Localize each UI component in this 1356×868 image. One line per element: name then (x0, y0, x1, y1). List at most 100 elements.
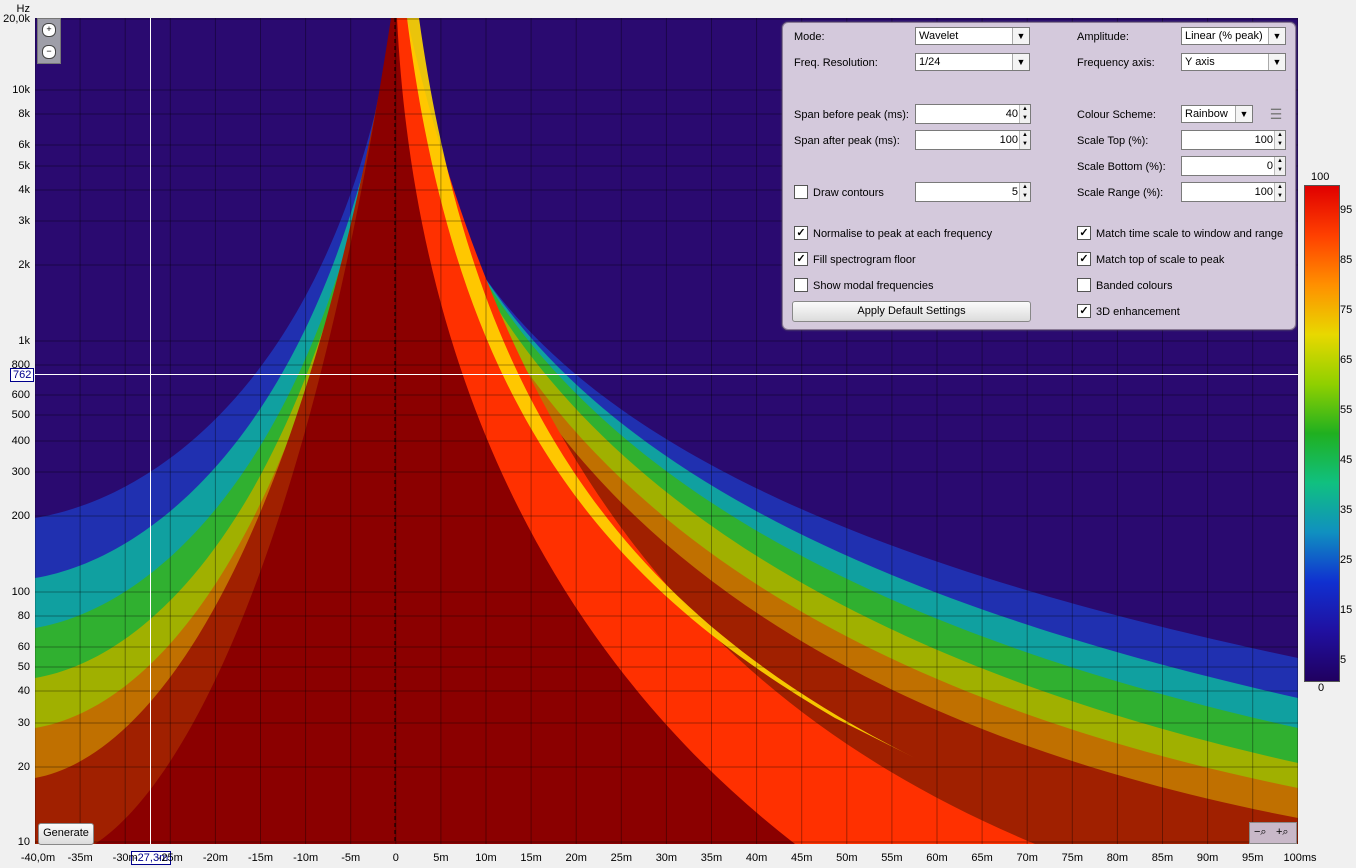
colorbar-tick-label: 35 (1340, 504, 1353, 516)
x-tick-label: 85m (1151, 852, 1174, 864)
chevron-down-icon: ▼ (1012, 28, 1029, 44)
span-after-input[interactable]: 100 ▲ ▼ (915, 130, 1031, 150)
x-tick-label: 90m (1196, 852, 1219, 864)
spinner-icon[interactable]: ▲ ▼ (1274, 157, 1285, 175)
colorbar-tick-label: 55 (1340, 404, 1353, 416)
mode-value: Wavelet (919, 30, 959, 42)
colour-scheme-dropdown[interactable]: Rainbow ▼ (1181, 105, 1253, 123)
mode-label: Mode: (794, 31, 825, 43)
spinner-icon[interactable]: ▲ ▼ (1019, 131, 1030, 149)
x-tick-label: -40,0m (20, 852, 56, 864)
spinner-icon[interactable]: ▲ ▼ (1019, 183, 1030, 201)
chevron-down-icon: ▼ (1268, 28, 1285, 44)
cursor-frequency-readout: 762 (10, 368, 35, 382)
spinner-icon[interactable]: ▲ ▼ (1274, 183, 1285, 201)
span-before-input[interactable]: 40 ▲ ▼ (915, 104, 1031, 124)
chevron-down-icon: ▼ (1012, 54, 1029, 70)
span-after-value: 100 (999, 134, 1018, 146)
y-tick-label: 500 (11, 409, 30, 421)
x-tick-label: -5m (341, 852, 361, 864)
y-tick-label: 40 (17, 685, 30, 697)
scale-bottom-label: Scale Bottom (%): (1077, 161, 1166, 173)
match-top-label: Match top of scale to peak (1096, 254, 1225, 266)
span-before-value: 40 (1005, 108, 1018, 120)
colour-scheme-label: Colour Scheme: (1077, 109, 1156, 121)
freq-resolution-dropdown[interactable]: 1/24 ▼ (915, 53, 1030, 71)
x-tick-label: 0 (392, 852, 399, 864)
chevron-down-icon: ▼ (1268, 54, 1285, 70)
zoom-in-icon[interactable]: +⌕ (1276, 826, 1289, 839)
colorbar-tick-label: 15 (1340, 604, 1353, 616)
span-after-label: Span after peak (ms): (794, 135, 900, 147)
contours-count-input[interactable]: 5 ▲ ▼ (915, 182, 1031, 202)
x-tick-label: -25m (157, 852, 183, 864)
cursor-horizontal-line (35, 374, 1298, 375)
y-tick-label: 8k (18, 108, 30, 120)
match-time-checkbox[interactable]: ✓ (1077, 226, 1091, 240)
match-top-checkbox[interactable]: ✓ (1077, 252, 1091, 266)
x-tick-label: 70m (1016, 852, 1038, 864)
y-tick-label: 20,0k (3, 13, 30, 25)
spinner-icon[interactable]: ▲ ▼ (1274, 131, 1285, 149)
spinner-icon[interactable]: ▲ ▼ (1019, 105, 1030, 123)
x-tick-label: 25m (610, 852, 632, 864)
amplitude-dropdown[interactable]: Linear (% peak) ▼ (1181, 27, 1286, 45)
3d-enhancement-label: 3D enhancement (1096, 306, 1180, 318)
colorbar-tick-label: 75 (1340, 304, 1353, 316)
colorbar-bottom-label: 0 (1318, 682, 1325, 694)
x-tick-label: -30m (112, 852, 138, 864)
match-time-label: Match time scale to window and range (1096, 228, 1284, 240)
sliders-icon[interactable]: ☰ (1267, 105, 1285, 123)
y-tick-label: 3k (18, 215, 30, 227)
frequency-axis-label: Frequency axis: (1077, 57, 1155, 69)
contours-count-value: 5 (1011, 186, 1018, 198)
scale-top-input[interactable]: 100 ▲ ▼ (1181, 130, 1286, 150)
chevron-down-icon: ▼ (1235, 106, 1252, 122)
x-tick-label: 5m (433, 852, 449, 864)
banded-colours-checkbox[interactable] (1077, 278, 1091, 292)
x-tick-label: 40m (745, 852, 768, 864)
scale-range-input[interactable]: 100 ▲ ▼ (1181, 182, 1286, 202)
3d-enhancement-checkbox[interactable]: ✓ (1077, 304, 1091, 318)
x-tick-label: -15m (247, 852, 274, 864)
scale-bottom-input[interactable]: 0 ▲ ▼ (1181, 156, 1286, 176)
y-tick-label: 60 (17, 641, 30, 653)
generate-button[interactable]: Generate (38, 823, 94, 845)
mode-dropdown[interactable]: Wavelet ▼ (915, 27, 1030, 45)
minus-icon[interactable]: − (42, 45, 56, 59)
x-tick-label: -35m (67, 852, 93, 864)
x-tick-label: 65m (971, 852, 993, 864)
y-tick-label: 1k (18, 335, 30, 347)
colorbar-top-label: 100 (1311, 171, 1330, 183)
normalise-checkbox[interactable]: ✓ (794, 226, 808, 240)
y-tick-label: 2k (18, 259, 30, 271)
fill-floor-label: Fill spectrogram floor (813, 254, 916, 266)
vertical-zoom-control[interactable]: + − (37, 18, 61, 64)
span-before-label: Span before peak (ms): (794, 109, 909, 121)
x-tick-label: 20m (565, 852, 587, 864)
colorbar-tick-label: 25 (1340, 554, 1353, 566)
y-tick-label: 80 (17, 610, 30, 622)
x-tick-label: 45m (790, 852, 813, 864)
x-tick-label: 15m (520, 852, 542, 864)
freq-resolution-value: 1/24 (919, 56, 941, 68)
colorbar-tick-label: 95 (1340, 204, 1353, 216)
amplitude-value: Linear (% peak) (1185, 30, 1263, 42)
frequency-axis-dropdown[interactable]: Y axis ▼ (1181, 53, 1286, 71)
horizontal-zoom-control[interactable]: −⌕ +⌕ (1249, 822, 1297, 844)
y-tick-label: 600 (11, 389, 30, 401)
scale-top-label: Scale Top (%): (1077, 135, 1149, 147)
y-tick-label: 30 (17, 717, 30, 729)
fill-floor-checkbox[interactable]: ✓ (794, 252, 808, 266)
apply-default-settings-button[interactable]: Apply Default Settings (792, 301, 1031, 322)
y-tick-label: 5k (18, 160, 30, 172)
y-tick-label: 4k (18, 184, 30, 196)
draw-contours-checkbox[interactable] (794, 185, 808, 199)
plus-icon[interactable]: + (42, 23, 56, 37)
zoom-out-icon[interactable]: −⌕ (1254, 826, 1267, 839)
settings-panel: Mode: Wavelet ▼ Freq. Resolution: 1/24 ▼ A… (782, 22, 1296, 330)
y-tick-label: 50 (17, 661, 30, 673)
x-tick-label: 100ms (1283, 852, 1317, 864)
show-modal-checkbox[interactable] (794, 278, 808, 292)
y-tick-label: 20 (17, 761, 30, 773)
